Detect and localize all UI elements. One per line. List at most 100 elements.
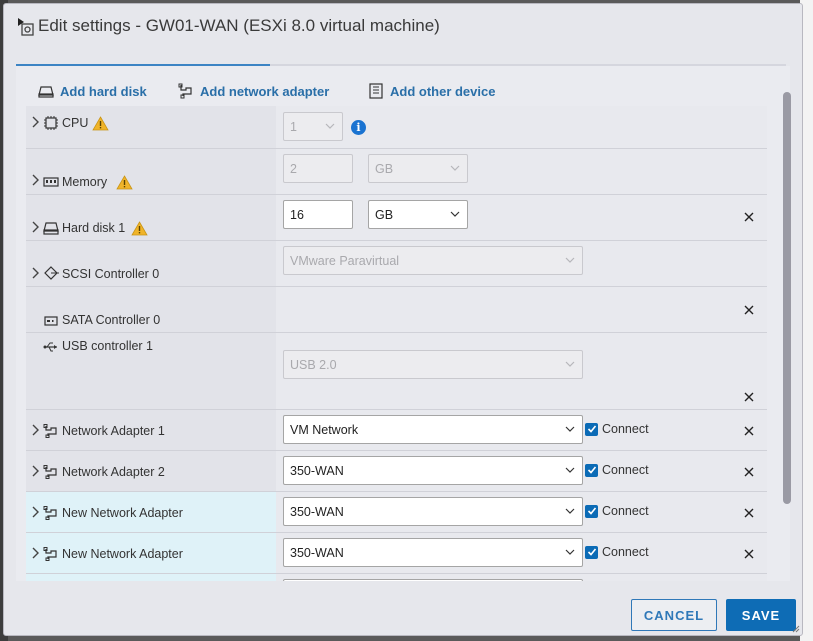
new-network-adapter-connect[interactable]: Connect bbox=[585, 545, 649, 559]
usb-icon bbox=[43, 342, 57, 352]
network-adapter-2-value: 350-WAN bbox=[290, 463, 344, 478]
chevron-down-icon bbox=[565, 257, 575, 263]
network-adapter-icon bbox=[43, 424, 57, 438]
scsi-type-value: VMware Paravirtual bbox=[290, 253, 400, 268]
chevron-right-icon[interactable] bbox=[30, 465, 40, 480]
sata-controller-row: SATA Controller 0 bbox=[26, 287, 767, 333]
new-network-adapter-value: 350-WAN bbox=[290, 504, 344, 519]
cpu-count-select[interactable]: 1 bbox=[283, 112, 343, 141]
network-adapter-1-row: Network Adapter 1 VM Network Connect bbox=[26, 410, 767, 451]
network-adapter-icon bbox=[178, 83, 192, 99]
device-table: CPU 1 i Memory 2 GB Hard disk 1 16 GB SC… bbox=[26, 106, 767, 581]
chevron-right-icon[interactable] bbox=[30, 221, 40, 236]
close-icon[interactable] bbox=[743, 211, 755, 223]
memory-size-value: 2 bbox=[290, 161, 297, 176]
network-adapter-1-label: Network Adapter 1 bbox=[62, 424, 165, 438]
usb-type-select[interactable]: USB 2.0 bbox=[283, 350, 583, 379]
network-adapter-1-select[interactable]: VM Network bbox=[283, 415, 583, 444]
connect-label: Connect bbox=[602, 545, 649, 559]
partial-row bbox=[26, 574, 767, 581]
info-icon[interactable]: i bbox=[351, 120, 366, 135]
new-network-adapter-select[interactable]: 350-WAN bbox=[283, 538, 583, 567]
chevron-down-icon bbox=[565, 549, 575, 555]
connect-label: Connect bbox=[602, 463, 649, 477]
hard-disk-unit-select[interactable]: GB bbox=[368, 200, 468, 229]
usb-controller-row: USB controller 1 USB 2.0 bbox=[26, 333, 767, 410]
connect-label: Connect bbox=[602, 504, 649, 518]
chevron-right-icon[interactable] bbox=[30, 116, 40, 131]
partial-select[interactable] bbox=[283, 579, 583, 581]
new-network-adapter-label: New Network Adapter bbox=[62, 506, 183, 520]
new-network-adapter-connect[interactable]: Connect bbox=[585, 504, 649, 518]
chevron-right-icon[interactable] bbox=[30, 424, 40, 439]
memory-row: Memory 2 GB bbox=[26, 149, 767, 195]
new-network-adapter-label: New Network Adapter bbox=[62, 547, 183, 561]
close-icon[interactable] bbox=[743, 304, 755, 316]
hard-disk-icon bbox=[43, 222, 59, 235]
network-adapter-2-row: Network Adapter 2 350-WAN Connect bbox=[26, 451, 767, 492]
chevron-down-icon bbox=[565, 508, 575, 514]
dialog-content: Add hard disk Add network adapter Add ot… bbox=[16, 66, 790, 581]
close-icon[interactable] bbox=[743, 507, 755, 519]
close-icon[interactable] bbox=[743, 548, 755, 560]
memory-unit-value: GB bbox=[375, 161, 394, 176]
network-adapter-2-connect[interactable]: Connect bbox=[585, 463, 649, 477]
close-icon[interactable] bbox=[743, 466, 755, 478]
connect-checkbox[interactable] bbox=[585, 504, 598, 518]
add-hard-disk-label: Add hard disk bbox=[60, 83, 147, 99]
connect-checkbox[interactable] bbox=[585, 545, 598, 559]
connect-checkbox[interactable] bbox=[585, 463, 598, 477]
network-adapter-2-select[interactable]: 350-WAN bbox=[283, 456, 583, 485]
add-device-toolbar: Add hard disk Add network adapter Add ot… bbox=[16, 66, 790, 108]
connect-label: Connect bbox=[602, 422, 649, 436]
close-icon[interactable] bbox=[743, 425, 755, 437]
memory-size-input[interactable]: 2 bbox=[283, 154, 353, 183]
network-adapter-2-label: Network Adapter 2 bbox=[62, 465, 165, 479]
cpu-icon bbox=[44, 116, 58, 130]
vm-settings-icon bbox=[18, 18, 34, 36]
memory-unit-select[interactable]: GB bbox=[368, 154, 468, 183]
cpu-count-value: 1 bbox=[290, 119, 297, 134]
chevron-right-icon[interactable] bbox=[30, 174, 40, 189]
scrollbar[interactable] bbox=[783, 92, 791, 504]
warning-icon bbox=[131, 221, 148, 236]
chevron-down-icon bbox=[450, 211, 460, 217]
chevron-down-icon bbox=[565, 467, 575, 473]
network-adapter-icon bbox=[43, 506, 57, 520]
scsi-icon bbox=[44, 266, 59, 280]
hard-disk-row: Hard disk 1 16 GB bbox=[26, 195, 767, 241]
resize-handle-icon[interactable] bbox=[792, 625, 800, 633]
warning-icon bbox=[116, 175, 133, 190]
chevron-right-icon[interactable] bbox=[30, 267, 40, 282]
hard-disk-icon bbox=[38, 86, 54, 98]
device-icon bbox=[369, 83, 383, 99]
dialog-title: Edit settings - GW01-WAN (ESXi 8.0 virtu… bbox=[38, 16, 440, 35]
memory-label: Memory bbox=[62, 175, 108, 189]
chevron-down-icon bbox=[450, 165, 460, 171]
add-network-adapter-button[interactable]: Add network adapter bbox=[178, 83, 329, 99]
scsi-controller-row: SCSI Controller 0 VMware Paravirtual bbox=[26, 241, 767, 287]
hard-disk-size-input[interactable]: 16 bbox=[283, 200, 353, 229]
connect-checkbox[interactable] bbox=[585, 422, 598, 436]
new-network-adapter-row: New Network Adapter 350-WAN Connect bbox=[26, 533, 767, 574]
add-hard-disk-button[interactable]: Add hard disk bbox=[38, 83, 147, 99]
usb-controller-label: USB controller 1 bbox=[62, 339, 154, 353]
chevron-right-icon[interactable] bbox=[30, 547, 40, 562]
hard-disk-label: Hard disk 1 bbox=[62, 221, 126, 235]
scsi-type-select[interactable]: VMware Paravirtual bbox=[283, 246, 583, 275]
add-other-device-button[interactable]: Add other device bbox=[368, 83, 495, 99]
hard-disk-size-value: 16 bbox=[290, 207, 304, 222]
add-network-adapter-label: Add network adapter bbox=[200, 83, 330, 99]
save-button[interactable]: SAVE bbox=[726, 599, 796, 631]
scsi-controller-label: SCSI Controller 0 bbox=[62, 267, 160, 281]
cpu-label: CPU bbox=[62, 116, 89, 130]
cancel-button[interactable]: CANCEL bbox=[631, 599, 717, 631]
chevron-down-icon bbox=[325, 123, 335, 129]
new-network-adapter-select[interactable]: 350-WAN bbox=[283, 497, 583, 526]
chevron-right-icon[interactable] bbox=[30, 506, 40, 521]
close-icon[interactable] bbox=[743, 391, 755, 403]
sata-controller-label: SATA Controller 0 bbox=[62, 313, 161, 327]
network-adapter-1-connect[interactable]: Connect bbox=[585, 422, 649, 436]
sata-icon bbox=[44, 316, 58, 326]
usb-type-value: USB 2.0 bbox=[290, 357, 337, 372]
